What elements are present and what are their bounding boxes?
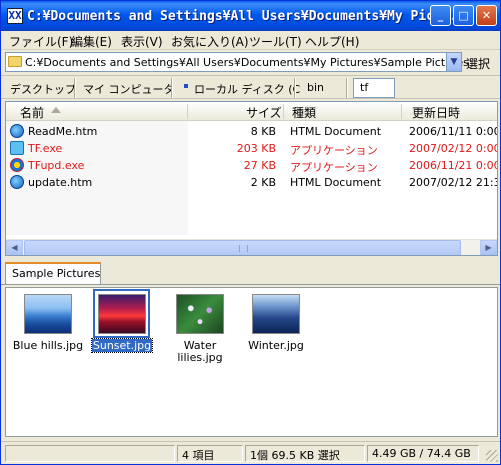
tab-my-computer[interactable]: マイ コンピュータ (83, 79, 175, 97)
menu-favorites[interactable]: お気に入り(A) (171, 33, 249, 50)
folder-icon (8, 56, 22, 67)
horizontal-scrollbar[interactable]: ◀ ▶ (6, 239, 497, 255)
drive-icon (184, 84, 188, 88)
status-empty (5, 445, 175, 462)
scroll-right-button[interactable]: ▶ (480, 240, 497, 255)
file-row[interactable]: TF.exe 203 KB アプリケーション 2007/02/12 0:00 (6, 140, 498, 157)
thumbnail-label: Winter.jpg (248, 339, 304, 352)
filter-input[interactable]: tf (353, 78, 395, 98)
tab-local-disk[interactable]: ローカル ディスク (C (194, 79, 300, 97)
file-name: update.htm (28, 176, 93, 189)
thumbnail-image (176, 294, 224, 334)
file-type: アプリケーション (290, 144, 378, 157)
thumbnail-pane[interactable]: Blue hills.jpg Sunset.jpg Water lilies.j… (5, 287, 498, 437)
file-row[interactable]: ReadMe.htm 8 KB HTML Document 2006/11/11… (6, 123, 498, 140)
column-header-size[interactable]: サイズ (246, 104, 282, 121)
chevron-down-icon: ▼ (450, 57, 458, 67)
status-item-count: 4 項目 (177, 445, 243, 462)
column-header-name[interactable]: 名前 (20, 104, 44, 121)
menu-view[interactable]: 表示(V) (121, 33, 163, 50)
maximize-icon: □ (458, 9, 469, 22)
tab-sample-pictures[interactable]: Sample Pictures (5, 262, 101, 284)
file-type: アプリケーション (290, 161, 378, 174)
file-size: 203 KB (236, 142, 276, 155)
update-app-icon (10, 158, 24, 172)
column-header-modified[interactable]: 更新日時 (412, 104, 460, 121)
file-modified: 2007/02/12 21:30 (409, 176, 498, 189)
sort-up-icon (51, 107, 61, 113)
menu-tools[interactable]: ツール(T) (249, 33, 302, 50)
close-button[interactable]: ✕ (476, 5, 497, 26)
scroll-left-button[interactable]: ◀ (6, 240, 23, 255)
drive-tabs-bar: デスクトップ マイ コンピュータ ローカル ディスク (C bin tf (1, 75, 500, 99)
title-bar[interactable]: XX C:¥Documents and Settings¥All Users¥D… (1, 1, 500, 31)
ie-document-icon (10, 175, 24, 189)
window-title: C:¥Documents and Settings¥All Users¥Docu… (27, 9, 458, 24)
thumbnail-item[interactable]: Sunset.jpg (90, 289, 158, 380)
close-icon: ✕ (481, 9, 492, 22)
status-bar: 4 項目 1個 69.5 KB 選択 4.49 GB / 74.4 GB (1, 441, 500, 464)
file-size: 2 KB (250, 176, 276, 189)
file-modified: 2006/11/21 0:00 (409, 159, 498, 172)
thumbnail-label: Water lilies.jpg (177, 339, 223, 364)
file-name: ReadMe.htm (28, 125, 98, 138)
select-button[interactable]: 選択 (466, 55, 490, 72)
thumbnail-image (252, 294, 300, 334)
address-dropdown-button[interactable]: ▼ (446, 52, 462, 72)
file-type: HTML Document (290, 176, 382, 189)
chevron-right-icon: ▶ (485, 243, 492, 252)
file-size: 27 KB (243, 159, 276, 172)
thumbnail-item[interactable]: Water lilies.jpg (170, 290, 236, 380)
address-input[interactable]: C:¥Documents and Settings¥All Users¥Docu… (5, 52, 469, 72)
file-modified: 2007/02/12 0:00 (409, 142, 498, 155)
status-disk-space: 4.49 GB / 74.4 GB (367, 445, 479, 462)
menu-bar: ファイル(F) 編集(E) 表示(V) お気に入り(A) ツール(T) ヘルプ(… (1, 31, 500, 50)
thumbnail-image (98, 294, 146, 334)
file-modified: 2006/11/11 0:00 (409, 125, 498, 138)
thumbnail-image (24, 294, 72, 334)
list-header: 名前 サイズ 種類 更新日時 (6, 102, 497, 121)
menu-file[interactable]: ファイル(F) (9, 33, 73, 50)
thumbnail-item[interactable]: Winter.jpg (246, 290, 312, 380)
resize-grip-icon[interactable] (486, 450, 498, 462)
file-type: HTML Document (290, 125, 382, 138)
scrollbar-thumb[interactable] (24, 240, 461, 255)
thumbnail-label: Sunset.jpg (90, 338, 154, 353)
app-icon[interactable]: XX (7, 8, 23, 24)
file-row[interactable]: TFupd.exe 27 KB アプリケーション 2006/11/21 0:00 (6, 157, 498, 174)
file-size: 8 KB (250, 125, 276, 138)
minimize-button[interactable]: _ (430, 5, 451, 26)
file-name: TF.exe (28, 142, 63, 155)
file-row[interactable]: update.htm 2 KB HTML Document 2007/02/12… (6, 174, 498, 191)
maximize-button[interactable]: □ (453, 5, 474, 26)
address-bar: C:¥Documents and Settings¥All Users¥Docu… (1, 51, 500, 73)
grip-icon (239, 245, 248, 252)
app-folder-icon (10, 141, 24, 155)
address-path: C:¥Documents and Settings¥All Users¥Docu… (25, 56, 469, 69)
chevron-left-icon: ◀ (11, 243, 18, 252)
minimize-icon: _ (437, 9, 444, 22)
ie-document-icon (10, 124, 24, 138)
file-name: TFupd.exe (28, 159, 85, 172)
thumbnail-tabs: Sample Pictures (1, 259, 500, 285)
tab-bin[interactable]: bin (307, 79, 324, 97)
tab-desktop[interactable]: デスクトップ (10, 79, 76, 97)
status-selection: 1個 69.5 KB 選択 (245, 445, 365, 462)
file-list[interactable]: 名前 サイズ 種類 更新日時 ReadMe.htm 8 KB HTML Docu… (5, 101, 498, 256)
column-header-type[interactable]: 種類 (292, 104, 316, 121)
menu-edit[interactable]: 編集(E) (71, 33, 112, 50)
thumbnail-item[interactable]: Blue hills.jpg (13, 290, 84, 380)
menu-help[interactable]: ヘルプ(H) (305, 33, 359, 50)
explorer-window: XX C:¥Documents and Settings¥All Users¥D… (0, 0, 501, 465)
